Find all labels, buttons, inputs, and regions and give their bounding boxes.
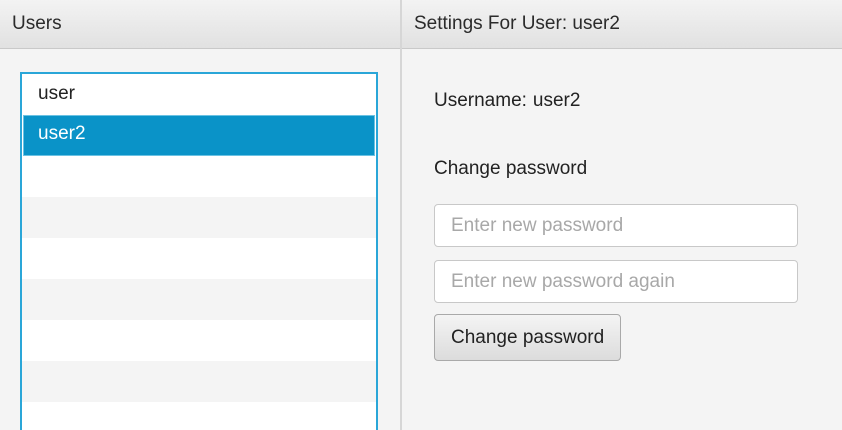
list-item-label: user2 [38,123,86,144]
list-empty-row [22,361,376,402]
users-pane-title: Users [12,13,62,34]
user-management-window: Users user user2 Settings For User: user… [0,0,842,430]
change-password-button[interactable]: Change password [434,314,622,361]
users-pane: Users user user2 [0,0,400,430]
list-empty-row [22,402,376,430]
settings-title-user: user2 [572,13,620,34]
repeat-password-input[interactable] [434,260,798,303]
list-empty-row [22,320,376,361]
list-item-user2[interactable]: user2 [23,115,375,156]
new-password-input[interactable] [434,204,798,247]
settings-pane: Settings For User: user2 Username: user2 … [402,0,842,430]
settings-pane-header: Settings For User: user2 [402,0,842,49]
username-label: Username: [434,90,527,111]
settings-title-prefix: Settings For User: [414,13,568,34]
list-empty-row [22,279,376,320]
users-list[interactable]: user user2 [20,72,378,430]
list-item-user[interactable]: user [22,74,376,115]
change-password-heading: Change password [434,158,588,179]
list-empty-row [22,197,376,238]
username-line: Username: user2 [434,90,580,112]
list-item-label: user [38,83,75,104]
list-empty-row [22,156,376,197]
username-value: user2 [532,90,581,111]
list-empty-row [22,238,376,279]
users-pane-header: Users [0,0,400,49]
